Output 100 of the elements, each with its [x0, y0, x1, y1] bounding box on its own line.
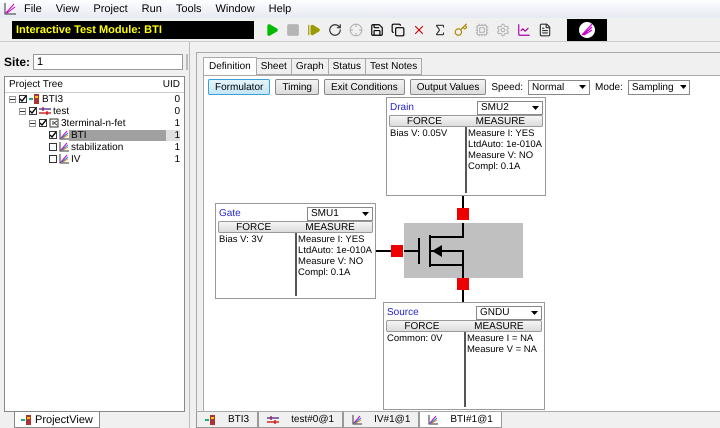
speed-label: Speed:	[491, 82, 524, 92]
menu-item[interactable]: File	[18, 3, 48, 15]
uid-value: 1	[173, 118, 180, 128]
tree-item[interactable]: stabilization 1	[5, 141, 184, 153]
measure-setting: LtdAuto: 1e-010A	[298, 245, 372, 256]
checkbox[interactable]	[49, 155, 57, 163]
column-header: Project Tree	[9, 79, 63, 90]
tree-item[interactable]: 3terminal-n-fet 1	[5, 117, 184, 129]
tab[interactable]: Status	[328, 58, 366, 75]
collapse-icon[interactable]	[29, 120, 36, 126]
collapse-icon[interactable]	[9, 96, 16, 102]
key-icon	[454, 22, 468, 36]
wire	[376, 250, 391, 252]
instrument-dropdown[interactable]: GNDU	[476, 306, 542, 320]
measure-setting: Measure V: NO	[468, 150, 534, 161]
chart-icon	[517, 22, 531, 36]
site-label: Site:	[4, 55, 30, 69]
repeat-icon	[328, 22, 342, 36]
app-icon	[4, 3, 16, 15]
copy-icon	[391, 22, 405, 36]
tree-item[interactable]: IV 1	[5, 153, 184, 165]
save-icon	[370, 22, 384, 36]
checkbox[interactable]	[19, 95, 27, 103]
tab[interactable]: Sheet	[256, 58, 292, 75]
tree-item[interactable]: BTI3 0	[5, 93, 184, 105]
tab[interactable]: Definition	[203, 57, 257, 75]
tree-item-label: IV	[70, 154, 82, 164]
document-tab[interactable]: BTI3	[196, 412, 258, 428]
force-setting: Bias V: 0.05V	[390, 128, 448, 139]
menu-item[interactable]: Window	[210, 3, 261, 15]
terminal-pin	[457, 208, 469, 220]
tree-item-label: test	[52, 106, 70, 116]
view-button[interactable]: Timing	[275, 79, 319, 95]
wire	[462, 196, 464, 208]
column-header: UID	[162, 79, 180, 90]
tab[interactable]: Test Notes	[365, 58, 422, 75]
menu-item[interactable]: Help	[262, 3, 298, 15]
caret-icon	[362, 212, 369, 216]
chart-icon	[59, 154, 69, 164]
measure-setting: Compl: 0.1A	[298, 267, 352, 278]
force-header: FORCE	[404, 320, 440, 332]
view-button[interactable]: Formulator	[208, 79, 270, 95]
step-icon	[307, 22, 321, 36]
terminal-pin	[457, 278, 469, 290]
tree-item[interactable]: test 0	[5, 105, 184, 117]
tree-item-label: BTI3	[41, 94, 64, 104]
formula-icon	[433, 22, 447, 36]
measure-header: MEASURE	[474, 320, 524, 332]
menu-item[interactable]: View	[50, 3, 86, 15]
measure-setting: LtdAuto: 1e-010A	[468, 139, 542, 150]
force-header: FORCE	[406, 116, 442, 126]
checkbox[interactable]	[39, 119, 47, 127]
project-icon	[205, 414, 216, 424]
tab[interactable]: Graph	[290, 58, 329, 75]
chart-icon	[352, 414, 362, 424]
tree-item-label: stabilization	[70, 142, 124, 152]
terminal-name: Gate	[218, 208, 241, 219]
site-field[interactable]: 1	[33, 54, 184, 70]
caret-icon	[532, 106, 539, 110]
terminal-name: Source	[386, 307, 419, 318]
document-tab[interactable]: IV#1@1	[343, 412, 420, 428]
instrument-dropdown[interactable]: SMU2	[477, 100, 543, 114]
terminal-pin	[391, 245, 403, 257]
app-logo-button[interactable]	[567, 18, 607, 40]
stop-icon	[286, 22, 300, 36]
crosshair-icon	[349, 22, 363, 36]
document-tab[interactable]: BTI#1@1	[419, 412, 502, 428]
checkbox[interactable]	[49, 143, 57, 151]
view-button[interactable]: Output Values	[410, 79, 486, 95]
module-title: Interactive Test Module: BTI	[12, 20, 254, 38]
terminal-name: Drain	[389, 102, 414, 113]
play-icon	[265, 22, 279, 36]
document-tab[interactable]: test#0@1	[258, 412, 344, 428]
instrument-dropdown[interactable]: SMU1	[307, 206, 373, 220]
collapse-icon[interactable]	[19, 108, 26, 114]
caret-icon	[531, 310, 538, 314]
checkbox[interactable]	[29, 107, 37, 115]
measure-header: MEASURE	[476, 116, 526, 126]
mode-dropdown[interactable]: Sampling	[628, 80, 690, 94]
gear-icon	[496, 22, 510, 36]
project-view-tab[interactable]: ProjectView	[14, 412, 100, 428]
uid-value: 1	[166, 130, 180, 140]
chart-icon	[59, 142, 69, 152]
mode-label: Mode:	[595, 82, 623, 92]
device-icon	[49, 118, 59, 128]
chart-icon	[428, 414, 438, 424]
speed-dropdown[interactable]: Normal	[528, 80, 590, 94]
uid-value: 1	[173, 154, 180, 164]
menu-item[interactable]: Run	[136, 3, 168, 15]
measure-setting: Measure V: NO	[298, 256, 364, 267]
tree-item[interactable]: BTI 1	[5, 129, 184, 141]
menu-item[interactable]: Project	[87, 3, 134, 15]
copy-button[interactable]	[389, 20, 407, 38]
project-icon	[29, 94, 40, 104]
menu-item[interactable]: Tools	[170, 3, 208, 15]
wire	[462, 290, 464, 302]
uid-value: 0	[173, 106, 180, 116]
checkbox[interactable]	[49, 131, 57, 139]
measure-setting: Measure I: YES	[298, 234, 366, 245]
view-button[interactable]: Exit Conditions	[324, 79, 405, 95]
